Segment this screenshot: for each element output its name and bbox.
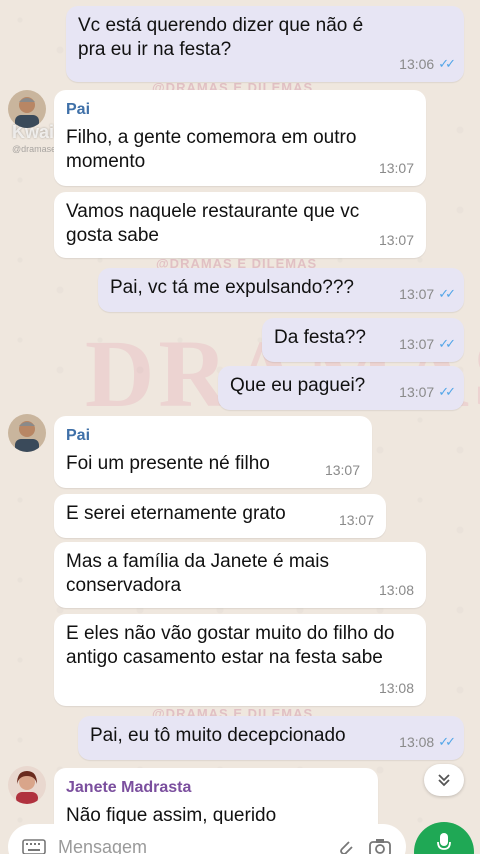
read-ticks-icon: ✓✓ [438, 286, 456, 301]
message-input-bar[interactable]: Mensagem [8, 824, 406, 854]
message-time: 13:07 [378, 232, 414, 248]
keyboard-icon[interactable] [22, 837, 46, 854]
message-text: E eles não vão gostar muito do filho do … [66, 623, 395, 668]
outgoing-message[interactable]: Da festa?? 13:07 ✓✓ [262, 318, 464, 362]
pai-avatar[interactable] [8, 414, 46, 452]
read-ticks-icon: ✓✓ [438, 56, 456, 71]
message-text: Foi um presente né filho [66, 453, 270, 474]
message-time: 13:07 [378, 160, 414, 176]
outgoing-message[interactable]: Vc está querendo dizer que não é pra eu … [66, 6, 464, 82]
pai-avatar[interactable] [8, 90, 46, 128]
sender-name: Pai [66, 427, 91, 444]
incoming-message[interactable]: Pai Filho, a gente comemora em outro mom… [54, 90, 426, 186]
message-time: 13:08 [378, 582, 414, 598]
janete-avatar[interactable] [8, 766, 46, 804]
chat-area[interactable]: @DRAMAS E DILEMAS @DRAMAS E DILEMAS @DRA… [0, 0, 480, 854]
message-text: Mas a família da Janete é mais conservad… [66, 551, 329, 596]
message-text: Vamos naquele restaurante que vc gosta s… [66, 201, 360, 246]
message-time: 13:07 [338, 512, 374, 528]
outgoing-message[interactable]: Pai, vc tá me expulsando??? 13:07 ✓✓ [98, 268, 464, 312]
message-time: 13:08 ✓✓ [399, 730, 456, 754]
outgoing-message[interactable]: Pai, eu tô muito decepcionado 13:08 ✓✓ [78, 716, 464, 760]
outgoing-message[interactable]: Que eu paguei? 13:07 ✓✓ [218, 366, 464, 410]
message-time: 13:08 [378, 680, 414, 696]
double-chevron-down-icon [438, 774, 450, 787]
read-ticks-icon: ✓✓ [438, 384, 456, 399]
scroll-to-bottom-button[interactable] [424, 764, 464, 796]
message-time: 13:07 ✓✓ [399, 282, 456, 306]
read-ticks-icon: ✓✓ [438, 734, 456, 749]
message-text: E serei eternamente grato [66, 503, 286, 524]
incoming-message[interactable]: E eles não vão gostar muito do filho do … [54, 614, 426, 706]
incoming-message[interactable]: Pai Foi um presente né filho 13:07 [54, 416, 372, 488]
sender-name: Janete Madrasta [66, 779, 192, 796]
mic-button[interactable] [414, 822, 474, 854]
sender-name: Pai [66, 101, 91, 118]
attach-icon[interactable] [334, 836, 356, 854]
message-text: Filho, a gente comemora em outro momento [66, 127, 357, 172]
message-time: 13:06 ✓✓ [399, 52, 456, 76]
message-input[interactable]: Mensagem [58, 837, 322, 854]
read-ticks-icon: ✓✓ [438, 336, 456, 351]
message-text: Pai, eu tô muito decepcionado [90, 725, 346, 746]
camera-icon[interactable] [368, 836, 392, 854]
message-time: 13:07 ✓✓ [399, 380, 456, 404]
incoming-message[interactable]: E serei eternamente grato 13:07 [54, 494, 386, 538]
incoming-message[interactable]: Vamos naquele restaurante que vc gosta s… [54, 192, 426, 258]
message-time: 13:07 ✓✓ [399, 332, 456, 356]
message-text: Vc está querendo dizer que não é pra eu … [78, 15, 364, 60]
incoming-message[interactable]: Mas a família da Janete é mais conservad… [54, 542, 426, 608]
message-time: 13:07 [324, 462, 360, 478]
mic-icon [437, 833, 451, 850]
